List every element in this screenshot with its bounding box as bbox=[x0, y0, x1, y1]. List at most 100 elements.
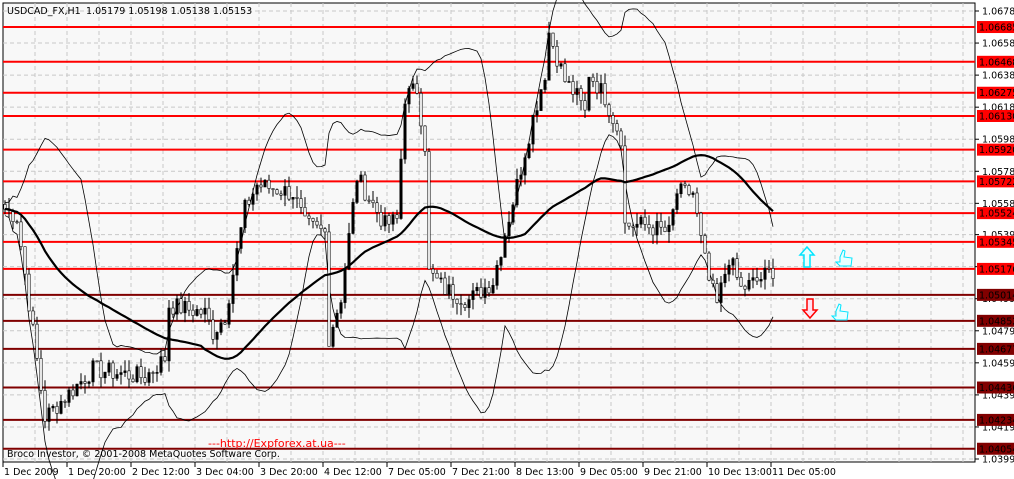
candle-body bbox=[383, 215, 387, 227]
candle-body bbox=[359, 174, 363, 182]
candle-body bbox=[627, 222, 631, 227]
candle-body bbox=[567, 81, 571, 83]
candle-body bbox=[283, 186, 287, 196]
time-tick-label: 9 Dec 21:00 bbox=[644, 467, 702, 478]
candle-body bbox=[439, 277, 443, 280]
candle-body bbox=[571, 81, 575, 95]
candle-body bbox=[211, 319, 215, 340]
candle-body bbox=[275, 189, 279, 195]
candle-body bbox=[335, 312, 339, 328]
candle-body bbox=[63, 401, 67, 403]
candle-body bbox=[287, 186, 291, 200]
price-chart[interactable]: 1.067851.065851.063851.061851.059851.057… bbox=[0, 0, 1014, 479]
level-label: 1.06275 bbox=[979, 88, 1014, 99]
candle-body bbox=[99, 360, 103, 379]
time-tick-label: 8 Dec 13:00 bbox=[516, 467, 574, 478]
candle-body bbox=[623, 145, 627, 224]
level-label: 1.05524 bbox=[979, 209, 1014, 220]
level-label: 1.05722 bbox=[979, 177, 1014, 188]
candle-body bbox=[575, 88, 579, 95]
candle-body bbox=[299, 198, 303, 208]
candle-body bbox=[279, 193, 283, 196]
candle-body bbox=[771, 268, 775, 279]
candle-body bbox=[235, 248, 239, 276]
time-tick-label: 11 Dec 05:00 bbox=[772, 467, 836, 478]
candle-body bbox=[555, 46, 559, 67]
time-tick-label: 1 Dec 20:00 bbox=[68, 467, 126, 478]
candle-body bbox=[687, 185, 691, 195]
time-tick-label: 1 Dec 2009 bbox=[4, 467, 59, 478]
candle-body bbox=[247, 199, 251, 205]
candle-body bbox=[671, 209, 675, 226]
candle-body bbox=[83, 381, 87, 384]
candle-body bbox=[475, 287, 479, 292]
candle-body bbox=[331, 326, 335, 347]
candle-body bbox=[263, 179, 267, 188]
candle-body bbox=[323, 228, 327, 233]
candle-body bbox=[711, 279, 715, 284]
candle-body bbox=[179, 298, 183, 314]
price-tick-label: 1.03990 bbox=[982, 455, 1014, 466]
level-label: 1.04677 bbox=[979, 344, 1014, 355]
candle-body bbox=[599, 83, 603, 94]
candle-body bbox=[731, 258, 735, 266]
candle-body bbox=[319, 224, 323, 230]
candle-body bbox=[403, 103, 407, 160]
candle-body bbox=[255, 184, 259, 195]
candle-body bbox=[147, 372, 151, 383]
watermark: ---http://Expforex.at.ua--- bbox=[208, 437, 346, 450]
candle-body bbox=[15, 221, 19, 223]
candle-body bbox=[683, 183, 687, 186]
candle-body bbox=[271, 188, 275, 190]
candle-body bbox=[175, 298, 179, 315]
candle-body bbox=[531, 114, 535, 145]
candle-body bbox=[639, 216, 643, 225]
candle-body bbox=[523, 157, 527, 176]
price-tick-label: 1.06385 bbox=[982, 71, 1014, 82]
candle-body bbox=[719, 282, 723, 303]
candle-body bbox=[539, 89, 543, 111]
candle-body bbox=[243, 199, 247, 228]
candle-body bbox=[31, 310, 35, 325]
candle-body bbox=[695, 192, 699, 214]
candle-body bbox=[535, 110, 539, 116]
candle-body bbox=[163, 356, 167, 362]
candle-body bbox=[515, 179, 519, 206]
candle-body bbox=[139, 366, 143, 378]
candle-body bbox=[131, 378, 135, 383]
candle-body bbox=[307, 215, 311, 219]
candle-body bbox=[215, 332, 219, 340]
time-tick-label: 7 Dec 21:00 bbox=[452, 467, 510, 478]
candle-body bbox=[259, 184, 263, 188]
candle-body bbox=[707, 252, 711, 281]
candle-body bbox=[643, 216, 647, 225]
candle-body bbox=[387, 215, 391, 225]
candle-body bbox=[667, 224, 671, 232]
candle-body bbox=[527, 143, 531, 159]
level-label: 1.06468 bbox=[979, 57, 1014, 68]
candle-body bbox=[407, 88, 411, 105]
candle-body bbox=[607, 104, 611, 116]
candle-body bbox=[355, 181, 359, 203]
candle-body bbox=[591, 76, 595, 82]
candle-body bbox=[227, 303, 231, 325]
ohlc-readout: 1.05179 1.05198 1.05138 1.05153 bbox=[86, 6, 252, 17]
candle-body bbox=[691, 192, 695, 195]
candle-body bbox=[107, 362, 111, 373]
candle-body bbox=[19, 221, 23, 247]
candle-body bbox=[91, 360, 95, 383]
candle-body bbox=[431, 268, 435, 274]
candle-body bbox=[503, 235, 507, 258]
candle-body bbox=[375, 202, 379, 213]
candle-body bbox=[219, 322, 223, 333]
candle-body bbox=[455, 298, 459, 304]
candle-body bbox=[71, 389, 75, 397]
candle-body bbox=[103, 371, 107, 379]
time-tick-label: 9 Dec 05:00 bbox=[580, 467, 638, 478]
candle-body bbox=[159, 356, 163, 373]
candle-body bbox=[291, 197, 295, 200]
time-tick-label: 10 Dec 13:00 bbox=[708, 467, 772, 478]
candle-body bbox=[327, 231, 331, 347]
candle-body bbox=[447, 284, 451, 295]
candle-body bbox=[603, 83, 607, 106]
